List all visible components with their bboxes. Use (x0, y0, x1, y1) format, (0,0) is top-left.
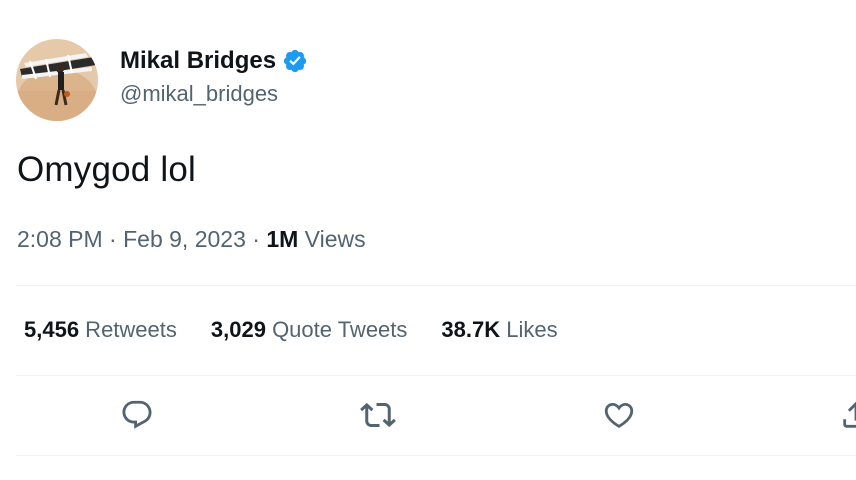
retweets-label: Retweets (79, 317, 177, 342)
like-button[interactable] (599, 395, 639, 435)
divider (16, 285, 856, 286)
meta-separator: · (102, 226, 124, 252)
retweet-icon (360, 402, 396, 428)
likes-stat[interactable]: 38.7K Likes (441, 317, 557, 343)
quote-tweets-label: Quote Tweets (265, 317, 408, 342)
likes-label: Likes (500, 317, 558, 342)
quote-tweets-stat[interactable]: 3,029 Quote Tweets (211, 317, 408, 343)
name-row: Mikal Bridges (120, 47, 308, 75)
avatar[interactable] (16, 39, 98, 121)
tweet-text: Omygod lol (17, 150, 197, 189)
divider (16, 455, 856, 456)
basketball-player-avatar-icon (16, 39, 98, 121)
tweet-time[interactable]: 2:08 PM (17, 226, 103, 252)
tweet-detail: Mikal Bridges @mikal_bridges Omygod lol … (0, 0, 856, 480)
like-icon (604, 402, 634, 428)
tweet-header: Mikal Bridges @mikal_bridges (16, 39, 308, 121)
views-label[interactable]: Views (298, 226, 366, 252)
meta-separator: · (245, 226, 267, 252)
retweets-count: 5,456 (24, 317, 80, 342)
retweet-button[interactable] (358, 395, 398, 435)
verified-badge-icon[interactable] (282, 48, 308, 74)
quote-tweets-count: 3,029 (210, 317, 266, 342)
reply-button[interactable] (117, 395, 157, 435)
tweet-stats: 5,456 Retweets 3,029 Quote Tweets 38.7K … (24, 317, 592, 343)
action-bar (0, 395, 856, 435)
user-handle[interactable]: @mikal_bridges (120, 81, 308, 107)
display-name[interactable]: Mikal Bridges (120, 47, 276, 75)
tweet-meta: 2:08 PM · Feb 9, 2023 · 1M Views (17, 226, 366, 253)
views-count[interactable]: 1M (266, 226, 298, 252)
reply-icon (122, 400, 152, 429)
divider (16, 375, 856, 376)
likes-count: 38.7K (441, 317, 501, 342)
user-names: Mikal Bridges @mikal_bridges (120, 47, 308, 107)
share-icon (843, 401, 856, 428)
retweets-stat[interactable]: 5,456 Retweets (24, 317, 177, 343)
tweet-date[interactable]: Feb 9, 2023 (123, 226, 246, 252)
share-button[interactable] (836, 395, 856, 435)
